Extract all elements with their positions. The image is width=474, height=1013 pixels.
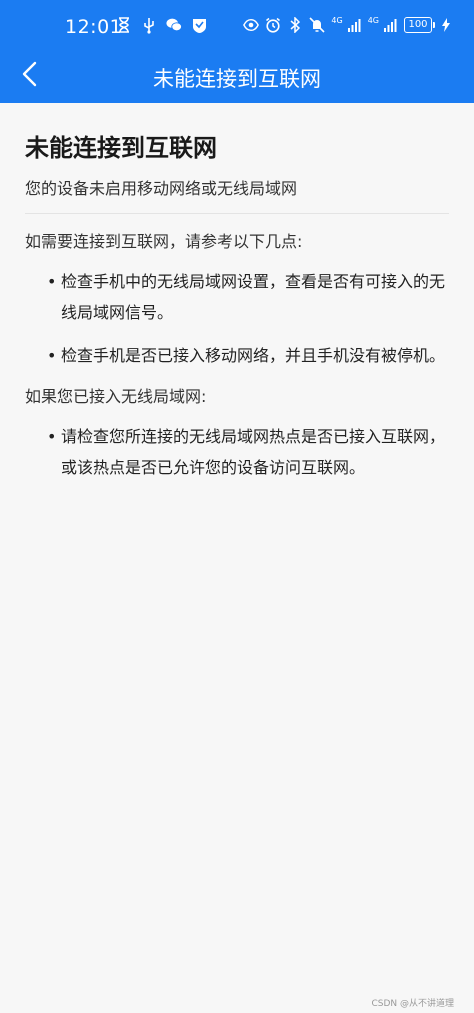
app-shield-icon	[191, 16, 207, 34]
network-type-1: 4G	[331, 15, 343, 25]
alarm-icon	[265, 16, 281, 34]
list-item: • 检查手机中的无线局域网设置，查看是否有可接入的无线局域网信号。	[25, 266, 449, 328]
eye-icon	[243, 16, 260, 34]
signal-icon-1	[346, 16, 362, 34]
list-item-text: 检查手机是否已接入移动网络，并且手机没有被停机。	[61, 346, 446, 365]
battery-indicator: 100	[404, 17, 435, 33]
status-right-icons: 4G 4G 100	[243, 16, 454, 34]
bullet-icon: •	[47, 427, 57, 446]
signal-icon-2	[382, 16, 398, 34]
list-item-text: 请检查您所连接的无线局域网热点是否已接入互联网，或该热点是否已允许您的设备访问互…	[61, 427, 446, 477]
page-subtitle: 您的设备未启用移动网络或无线局域网	[25, 179, 298, 198]
page-title: 未能连接到互联网	[25, 134, 217, 162]
charging-icon	[438, 16, 454, 34]
divider	[25, 213, 449, 214]
wechat-icon	[166, 16, 182, 34]
bullet-icon: •	[47, 346, 57, 365]
watermark: CSDN @从不讲道理	[371, 999, 454, 1009]
network-type-2: 4G	[367, 15, 379, 25]
bluetooth-icon	[287, 16, 303, 34]
usb-icon	[141, 16, 157, 34]
app-bar-title: 未能连接到互联网	[153, 67, 321, 91]
bullet-icon: •	[47, 272, 57, 291]
section2-heading: 如果您已接入无线局域网:	[25, 387, 207, 406]
content: 未能连接到互联网 您的设备未启用移动网络或无线局域网 如需要连接到互联网，请参考…	[25, 103, 449, 495]
section1-list: • 检查手机中的无线局域网设置，查看是否有可接入的无线局域网信号。 • 检查手机…	[25, 266, 449, 371]
status-left-icons	[116, 16, 207, 34]
list-item: • 检查手机是否已接入移动网络，并且手机没有被停机。	[25, 340, 449, 371]
section1-heading: 如需要连接到互联网，请参考以下几点:	[25, 232, 303, 251]
list-item-text: 检查手机中的无线局域网设置，查看是否有可接入的无线局域网信号。	[61, 272, 446, 322]
status-bar: 12:01 4G 4G 100	[0, 0, 474, 50]
app-bar: 未能连接到互联网	[0, 50, 474, 103]
mute-bell-icon	[309, 16, 325, 34]
hourglass-icon	[116, 16, 132, 34]
section2-list: • 请检查您所连接的无线局域网热点是否已接入互联网，或该热点是否已允许您的设备访…	[25, 421, 449, 483]
status-time: 12:01	[65, 16, 123, 38]
list-item: • 请检查您所连接的无线局域网热点是否已接入互联网，或该热点是否已允许您的设备访…	[25, 421, 449, 483]
